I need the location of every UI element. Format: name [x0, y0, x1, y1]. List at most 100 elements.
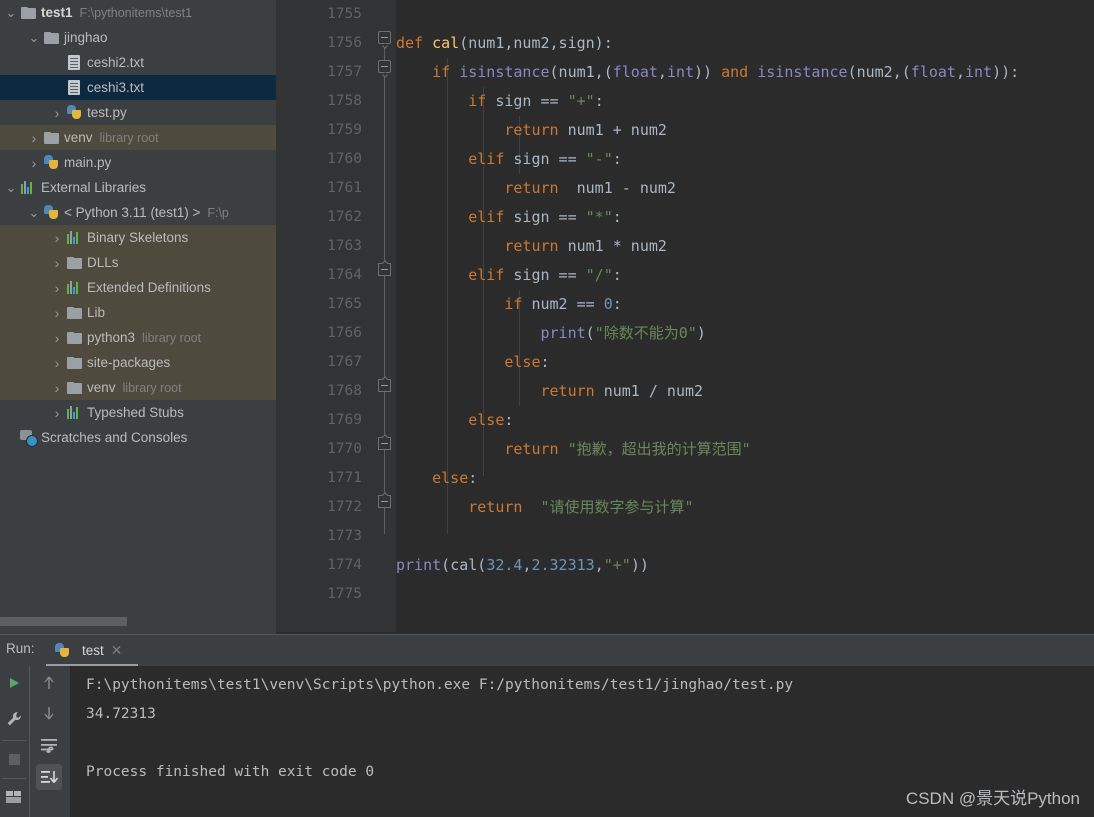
- code-line[interactable]: elif sign == "*":: [396, 203, 622, 232]
- editor-fold-column[interactable]: [374, 0, 396, 634]
- close-icon[interactable]: ✕: [111, 642, 123, 659]
- fold-marker-end-1772[interactable]: [378, 495, 391, 508]
- tree-item-ceshi2-txt[interactable]: ceshi2.txt: [0, 50, 276, 75]
- fold-marker-end-1764[interactable]: [378, 263, 391, 276]
- tree-item-sublabel: library root: [122, 380, 182, 395]
- tree-item-site-packages[interactable]: › site-packages: [0, 350, 276, 375]
- line-number: 1771: [327, 470, 362, 486]
- run-toolbar-primary[interactable]: [0, 666, 29, 817]
- chevron-right-icon[interactable]: ›: [50, 356, 64, 370]
- chevron-right-icon[interactable]: ›: [50, 256, 64, 270]
- stop-button[interactable]: [1, 746, 27, 772]
- code-line[interactable]: return num1 - num2: [396, 174, 676, 203]
- tree-item-test-py[interactable]: › test.py: [0, 100, 276, 125]
- run-tool-window: Run: test ✕ F:\pythonitems\test1\venv\Sc…: [0, 634, 1094, 817]
- tree-item-scratches-and-consoles[interactable]: Scratches and Consoles: [0, 425, 276, 450]
- soft-wrap-button[interactable]: [36, 732, 62, 758]
- line-number: 1764: [327, 267, 362, 283]
- editor-gutter[interactable]: 1755 1756 1757 1758 1759 1760 1761 1762 1763 1764…: [276, 0, 374, 634]
- down-arrow-button[interactable]: [36, 700, 62, 726]
- code-line[interactable]: return "请使用数字参与计算": [396, 493, 693, 522]
- code-token: ,: [657, 63, 667, 81]
- fold-marker-end-1768[interactable]: [378, 379, 391, 392]
- editor-code-area[interactable]: def cal(num1,num2,sign): if isinstance(n…: [396, 0, 1094, 634]
- code-token: num1 + num2: [567, 121, 667, 139]
- tree-item-venv[interactable]: › venv library root: [0, 375, 276, 400]
- chevron-right-icon[interactable]: ›: [50, 106, 64, 120]
- chevron-right-icon[interactable]: ›: [50, 281, 64, 295]
- code-token: return: [468, 498, 532, 516]
- code-token: ,: [594, 556, 604, 574]
- code-line[interactable]: print("除数不能为0"): [396, 319, 706, 348]
- tree-item-test1[interactable]: ⌄ test1 F:\pythonitems\test1: [0, 0, 276, 25]
- code-line[interactable]: return "抱歉，超出我的计算范围": [396, 435, 750, 464]
- tree-item-venv[interactable]: › venv library root: [0, 125, 276, 150]
- scratches-icon: [18, 430, 38, 447]
- code-token: return: [504, 121, 568, 139]
- tree-item-main-py[interactable]: › main.py: [0, 150, 276, 175]
- code-line[interactable]: else:: [396, 464, 477, 493]
- code-line[interactable]: return num1 * num2: [396, 232, 667, 261]
- tree-item-label: Binary Skeletons: [87, 230, 189, 245]
- tree-item-python3[interactable]: › python3 library root: [0, 325, 276, 350]
- folder-icon: [64, 355, 84, 371]
- run-console-output[interactable]: F:\pythonitems\test1\venv\Scripts\python…: [70, 666, 1094, 817]
- up-arrow-button[interactable]: [36, 670, 62, 696]
- tree-item-typeshed-stubs[interactable]: › Typeshed Stubs: [0, 400, 276, 425]
- code-token: if: [504, 295, 532, 313]
- chevron-right-icon[interactable]: ›: [50, 381, 64, 395]
- code-line[interactable]: print(cal(32.4,2.32313,"+")): [396, 551, 649, 580]
- top-area: ⌄ test1 F:\pythonitems\test1 ⌄ jinghao ceshi2…: [0, 0, 1094, 634]
- chevron-down-icon[interactable]: ⌄: [4, 181, 18, 194]
- chevron-right-icon[interactable]: ›: [50, 406, 64, 420]
- rerun-button[interactable]: [1, 670, 27, 696]
- settings-wrench-button[interactable]: [1, 706, 27, 732]
- code-line[interactable]: elif sign == "-":: [396, 145, 622, 174]
- code-line[interactable]: elif sign == "/":: [396, 261, 622, 290]
- scroll-to-end-button[interactable]: [36, 764, 62, 790]
- code-line[interactable]: if sign == "+":: [396, 87, 603, 116]
- tree-item-binary-skeletons[interactable]: › Binary Skeletons: [0, 225, 276, 250]
- code-line[interactable]: def cal(num1,num2,sign):: [396, 29, 613, 58]
- chevron-down-icon[interactable]: ⌄: [27, 206, 41, 219]
- layout-button[interactable]: [1, 784, 27, 810]
- chevron-down-icon[interactable]: ⌄: [4, 6, 18, 19]
- tree-item-lib[interactable]: › Lib: [0, 300, 276, 325]
- code-line[interactable]: if isinstance(num1,(float,int)) and isin…: [396, 58, 1019, 87]
- code-line[interactable]: else:: [396, 348, 549, 377]
- code-line[interactable]: else:: [396, 406, 513, 435]
- python-file-icon: [52, 643, 72, 659]
- sidebar-scrollbar-thumb[interactable]: [0, 617, 127, 626]
- sidebar-horizontal-scrollbar[interactable]: [0, 617, 276, 626]
- code-line[interactable]: if num2 == 0:: [396, 290, 621, 319]
- fold-marker-collapse-1757[interactable]: [378, 60, 391, 73]
- code-line[interactable]: return num1 + num2: [396, 116, 667, 145]
- line-number: 1766: [327, 325, 362, 341]
- chevron-right-icon[interactable]: ›: [50, 331, 64, 345]
- run-toolbar-secondary[interactable]: [30, 666, 70, 817]
- tree-item-jinghao[interactable]: ⌄ jinghao: [0, 25, 276, 50]
- run-tab-test[interactable]: test ✕: [46, 637, 129, 664]
- bars-icon: [18, 180, 38, 196]
- fold-marker-collapse-1756[interactable]: [378, 31, 391, 44]
- tree-item-label: Typeshed Stubs: [87, 405, 184, 420]
- tree-item-python-3-11-test1[interactable]: ⌄ < Python 3.11 (test1) > F:\p: [0, 200, 276, 225]
- chevron-right-icon[interactable]: ›: [50, 231, 64, 245]
- chevron-right-icon[interactable]: ›: [27, 156, 41, 170]
- tree-item-ceshi3-txt[interactable]: ceshi3.txt: [0, 75, 276, 100]
- chevron-right-icon[interactable]: ›: [27, 131, 41, 145]
- tree-item-label: jinghao: [64, 30, 108, 45]
- tree-item-label: Extended Definitions: [87, 280, 211, 295]
- code-editor[interactable]: 1755 1756 1757 1758 1759 1760 1761 1762 1763 1764…: [276, 0, 1094, 634]
- project-tree-panel[interactable]: ⌄ test1 F:\pythonitems\test1 ⌄ jinghao ceshi2…: [0, 0, 276, 634]
- tree-item-extended-definitions[interactable]: › Extended Definitions: [0, 275, 276, 300]
- bars-icon: [64, 280, 84, 296]
- code-line[interactable]: return num1 / num2: [396, 377, 704, 406]
- fold-marker-end-1770[interactable]: [378, 437, 391, 450]
- code-token: sign ==: [513, 266, 586, 284]
- chevron-down-icon[interactable]: ⌄: [27, 31, 41, 44]
- tree-item-dlls[interactable]: › DLLs: [0, 250, 276, 275]
- chevron-right-icon[interactable]: ›: [50, 306, 64, 320]
- tree-item-external-libraries[interactable]: ⌄ External Libraries: [0, 175, 276, 200]
